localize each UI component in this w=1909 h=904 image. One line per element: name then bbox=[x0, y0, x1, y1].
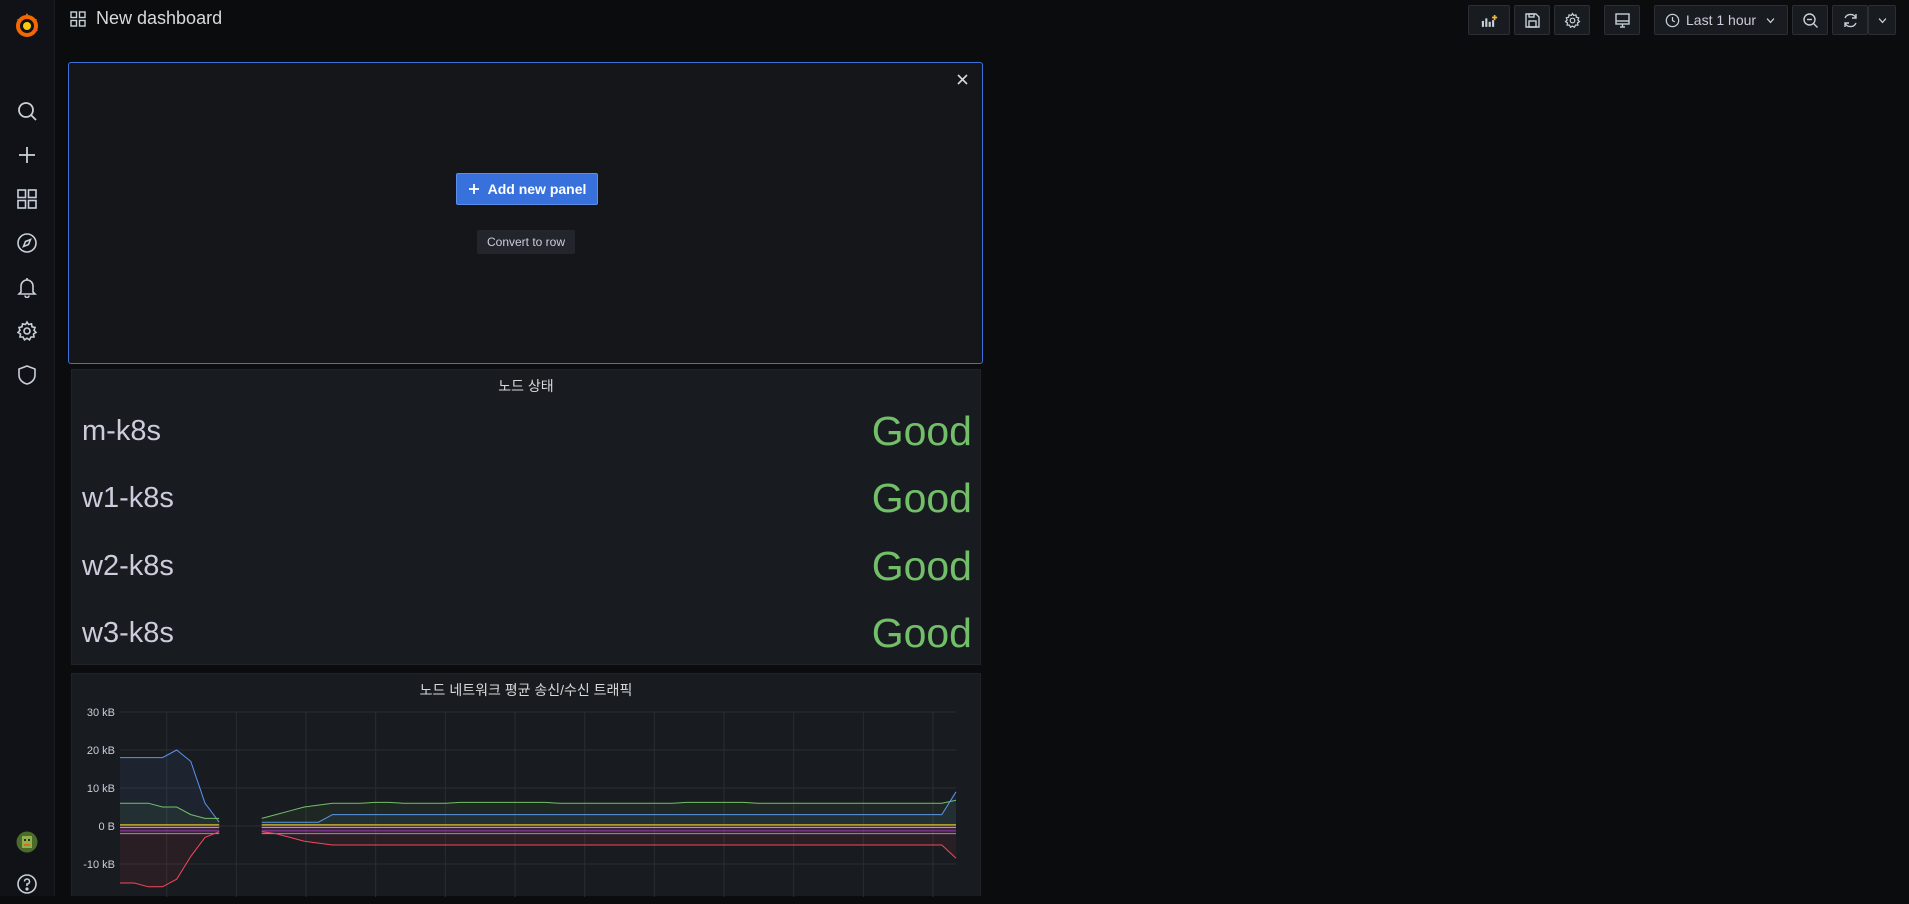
node-name: w1-k8s bbox=[82, 481, 174, 514]
add-panel-icon bbox=[1481, 14, 1497, 27]
top-bar: New dashboard Last 1 hour bbox=[54, 0, 1909, 42]
add-panel-button[interactable] bbox=[1468, 5, 1510, 35]
grafana-logo-icon[interactable] bbox=[7, 5, 47, 45]
save-icon bbox=[1524, 12, 1540, 28]
series-area bbox=[261, 826, 956, 859]
time-range-picker[interactable]: Last 1 hour bbox=[1654, 5, 1788, 35]
series-area bbox=[261, 800, 956, 826]
node-state: Good bbox=[871, 609, 972, 656]
save-dashboard-button[interactable] bbox=[1514, 5, 1550, 35]
status-row: m-k8s Good bbox=[82, 406, 972, 456]
node-state: Good bbox=[871, 407, 972, 454]
series-area bbox=[120, 826, 220, 887]
network-traffic-chart: 30 kB 20 kB 10 kB 0 B -10 kB bbox=[83, 707, 957, 897]
panel-title[interactable]: 노드 네트워크 평균 송신/수신 트래픽 bbox=[72, 680, 980, 700]
monitor-icon bbox=[1614, 12, 1630, 28]
search-icon[interactable] bbox=[7, 91, 47, 131]
refresh-icon bbox=[1843, 13, 1857, 27]
y-tick-label: 20 kB bbox=[87, 745, 115, 757]
compass-icon[interactable] bbox=[7, 223, 47, 263]
node-name: w2-k8s bbox=[82, 549, 174, 582]
dashboards-icon[interactable] bbox=[7, 179, 47, 219]
node-state: Good bbox=[871, 474, 972, 521]
panel-title[interactable]: 노드 상태 bbox=[72, 376, 980, 396]
plus-icon[interactable] bbox=[7, 135, 47, 175]
chevron-down-icon bbox=[1878, 17, 1886, 23]
refresh-button[interactable] bbox=[1832, 5, 1868, 35]
node-status-panel: 노드 상태 m-k8s Good w1-k8s Good w2-k8s Good… bbox=[71, 369, 981, 665]
shield-icon[interactable] bbox=[7, 355, 47, 395]
y-tick-label: 30 kB bbox=[87, 707, 115, 719]
status-row: w2-k8s Good bbox=[82, 541, 972, 591]
status-row: w1-k8s Good bbox=[82, 473, 972, 523]
close-icon[interactable] bbox=[954, 71, 970, 87]
convert-to-row-button[interactable]: Convert to row bbox=[477, 230, 575, 254]
avatar[interactable] bbox=[7, 822, 47, 862]
dashboard-settings-button[interactable] bbox=[1554, 5, 1590, 35]
view-mode-button[interactable] bbox=[1604, 5, 1640, 35]
chevron-down-icon bbox=[1766, 17, 1775, 23]
side-menu bbox=[0, 0, 55, 896]
breadcrumb: New dashboard bbox=[70, 8, 222, 29]
zoom-out-button[interactable] bbox=[1792, 5, 1828, 35]
node-name: w3-k8s bbox=[82, 616, 174, 649]
time-range-label: Last 1 hour bbox=[1686, 12, 1757, 28]
dashboard-grid-icon bbox=[70, 10, 86, 27]
clock-icon bbox=[1665, 13, 1680, 27]
node-state: Good bbox=[871, 542, 972, 589]
plus-icon bbox=[468, 184, 479, 194]
y-tick-label: -10 kB bbox=[83, 859, 115, 871]
help-icon[interactable] bbox=[7, 864, 47, 904]
gear-icon bbox=[1564, 11, 1580, 28]
network-traffic-panel: 노드 네트워크 평균 송신/수신 트래픽 30 kB 20 kB 10 kB 0 B -… bbox=[71, 673, 981, 897]
bell-icon[interactable] bbox=[7, 267, 47, 307]
add-new-panel-label: Add new panel bbox=[487, 181, 587, 197]
status-row: w3-k8s Good bbox=[82, 608, 972, 658]
page-title[interactable]: New dashboard bbox=[96, 8, 222, 29]
y-tick-label: 0 B bbox=[98, 821, 115, 833]
gear-icon[interactable] bbox=[7, 311, 47, 351]
node-name: m-k8s bbox=[82, 414, 161, 447]
zoom-out-icon bbox=[1802, 12, 1818, 28]
refresh-interval-dropdown[interactable] bbox=[1868, 5, 1896, 35]
add-new-panel-button[interactable]: Add new panel bbox=[456, 173, 598, 205]
new-panel-placeholder: Add new panel Convert to row bbox=[68, 62, 983, 364]
y-tick-label: 10 kB bbox=[87, 783, 115, 795]
